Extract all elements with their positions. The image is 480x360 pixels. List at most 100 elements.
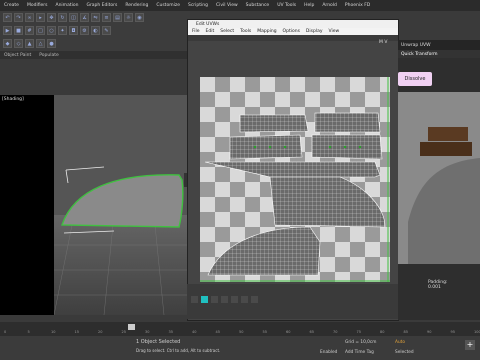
menu-item[interactable]: Arnold: [318, 3, 341, 8]
auto-key-button[interactable]: Auto: [395, 340, 405, 345]
uv-menu-item[interactable]: View: [329, 29, 340, 34]
grid-readout: Grid = 10,0cm: [345, 340, 377, 345]
menu-item[interactable]: Civil View: [212, 3, 242, 8]
snap-icon[interactable]: ∡: [80, 13, 89, 22]
teapot-icon[interactable]: ◉: [135, 13, 144, 22]
selection-status: 1 Object Selected: [136, 339, 181, 345]
material-icon[interactable]: ◐: [91, 26, 100, 35]
sphere-icon[interactable]: ○: [47, 26, 56, 35]
menu-item[interactable]: Customize: [152, 3, 184, 8]
tab-populate[interactable]: Populate: [39, 53, 59, 58]
add-time-tag-button[interactable]: Add Time Tag: [345, 350, 374, 355]
timeline-tick-label: 65: [309, 330, 314, 334]
uv-menu-item[interactable]: Tools: [240, 29, 251, 34]
timeline-tick-label: 75: [356, 330, 361, 334]
play-icon[interactable]: ▶: [3, 26, 12, 35]
menu-item[interactable]: Substance: [242, 3, 274, 8]
link-icon[interactable]: ∞: [25, 13, 34, 22]
timeline-tick-label: 85: [403, 330, 408, 334]
cleaver-preview: [398, 92, 480, 264]
grid-icon[interactable]: #: [25, 26, 34, 35]
tool-icon[interactable]: △: [36, 39, 45, 48]
element-mode-icon[interactable]: [231, 296, 238, 303]
tab-object-paint[interactable]: Object Paint: [4, 53, 31, 58]
gear-icon[interactable]: ⚙: [80, 26, 89, 35]
uv-menu-item[interactable]: Select: [220, 29, 234, 34]
edge-mode-icon[interactable]: [211, 296, 218, 303]
preview-viewport[interactable]: [398, 92, 480, 264]
uv-toolbar-bottom: [187, 284, 399, 319]
viewport-left[interactable]: [0, 95, 54, 315]
tool-icon[interactable]: ◆: [3, 39, 12, 48]
padding-rollout: Padding: 0.001: [398, 264, 480, 320]
rotate-icon[interactable]: ↻: [58, 13, 67, 22]
menu-item[interactable]: Graph Editors: [82, 3, 121, 8]
menu-item[interactable]: UV Tools: [273, 3, 300, 8]
timeline-tick-label: 5: [27, 330, 30, 334]
enabled-toggle[interactable]: Enabled: [320, 350, 337, 355]
select-icon[interactable]: ▸: [36, 13, 45, 22]
modifier-header: Unwrap UVW: [398, 40, 480, 50]
timeline-tick-label: 25: [121, 330, 126, 334]
viewport-perspective[interactable]: [54, 95, 190, 315]
tool-icon[interactable]: ●: [47, 39, 56, 48]
uv-menu-item[interactable]: Mapping: [257, 29, 276, 34]
tool-icon[interactable]: ▲: [25, 39, 34, 48]
quick-transform-rollout[interactable]: Quick Transform: [398, 50, 480, 58]
stop-icon[interactable]: ■: [14, 26, 23, 35]
uv-window-title: Edit UVWs: [196, 21, 220, 27]
layer-icon[interactable]: ▤: [113, 13, 122, 22]
select-icon[interactable]: [191, 296, 198, 303]
timeline-tick-label: 60: [286, 330, 291, 334]
undo-icon[interactable]: ↶: [3, 13, 12, 22]
uv-islands: [200, 77, 390, 282]
menu-item[interactable]: Animation: [52, 3, 83, 8]
timeline-tick-label: 55: [262, 330, 267, 334]
camera-icon[interactable]: ◘: [69, 26, 78, 35]
menu-item[interactable]: Create: [0, 3, 23, 8]
timeline[interactable]: 0 5 10 15 20 25 30 35 40 45 50 55 60 65 70 75 80 85 90 95 10…: [0, 322, 480, 336]
menu-item[interactable]: Scripting: [184, 3, 212, 8]
dissolve-button[interactable]: Dissolve: [398, 72, 432, 86]
menu-item[interactable]: Phoenix FD: [341, 3, 374, 8]
face-mode-icon[interactable]: [221, 296, 228, 303]
viewport-scene: [54, 166, 190, 315]
timeline-tick-label: 70: [333, 330, 338, 334]
scale-icon[interactable]: ◫: [69, 13, 78, 22]
grow-icon[interactable]: [241, 296, 248, 303]
menu-item[interactable]: Help: [300, 3, 318, 8]
uv-menu-item[interactable]: File: [192, 29, 200, 34]
padding-label: Padding:: [428, 280, 448, 285]
render-icon[interactable]: ☼: [124, 13, 133, 22]
menu-item[interactable]: Modifiers: [23, 3, 52, 8]
timeline-tick-label: 45: [215, 330, 220, 334]
light-icon[interactable]: ✦: [58, 26, 67, 35]
time-slider-handle[interactable]: [128, 324, 135, 330]
uv-canvas[interactable]: [200, 77, 390, 282]
add-icon[interactable]: +: [465, 340, 475, 350]
timeline-tick-label: 15: [74, 330, 79, 334]
timeline-tick-label: 80: [380, 330, 385, 334]
padding-value[interactable]: 0.001: [398, 285, 480, 290]
uv-mv-label: M V: [379, 40, 388, 45]
move-icon[interactable]: ✥: [47, 13, 56, 22]
wrench-icon[interactable]: ✎: [102, 26, 111, 35]
viewport-label[interactable]: [Shading]: [2, 97, 24, 102]
mirror-icon[interactable]: ⇋: [91, 13, 100, 22]
timeline-tick-label: 20: [98, 330, 103, 334]
redo-icon[interactable]: ↷: [14, 13, 23, 22]
prompt-hint: Drag to select. Ctrl to add, Alt to subt…: [136, 348, 221, 353]
shrink-icon[interactable]: [251, 296, 258, 303]
selected-dropdown[interactable]: Selected: [395, 350, 414, 355]
uv-menu-item[interactable]: Display: [306, 29, 323, 34]
cleaver-mesh[interactable]: [61, 174, 184, 228]
align-icon[interactable]: ≡: [102, 13, 111, 22]
menu-item[interactable]: Rendering: [121, 3, 152, 8]
box-icon[interactable]: □: [36, 26, 45, 35]
timeline-tick-label: 90: [427, 330, 432, 334]
vertex-mode-icon[interactable]: [201, 296, 208, 303]
scene-explorer-area: [0, 59, 190, 95]
uv-menu-item[interactable]: Options: [283, 29, 300, 34]
uv-menu-item[interactable]: Edit: [206, 29, 215, 34]
tool-icon[interactable]: ◇: [14, 39, 23, 48]
